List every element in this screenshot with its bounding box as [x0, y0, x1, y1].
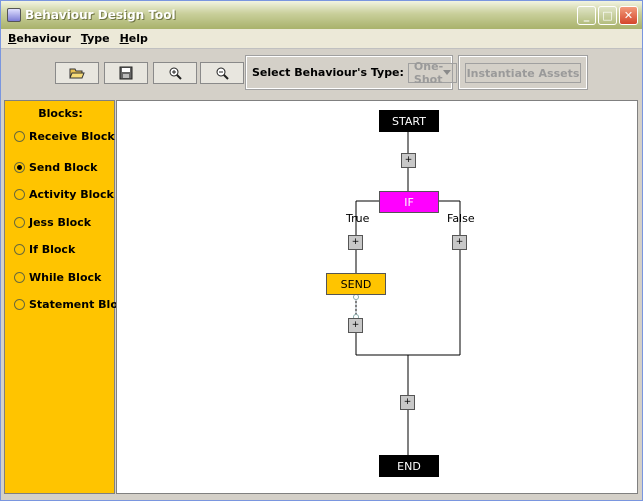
true-branch-label: True — [346, 212, 370, 225]
radio-button[interactable] — [14, 244, 25, 255]
app-icon — [7, 8, 21, 22]
false-branch-label: False — [447, 212, 475, 225]
minimize-button[interactable]: _ — [577, 6, 596, 25]
menu-bar: Behaviour Type Help — [1, 29, 642, 49]
design-canvas[interactable]: START + IF True False + + SEND + + END — [116, 100, 638, 494]
maximize-button[interactable]: □ — [598, 6, 617, 25]
block-option-receive[interactable]: Receive Block — [14, 130, 115, 143]
if-node[interactable]: IF — [379, 191, 439, 213]
block-option-statement[interactable]: Statement Blo... — [14, 298, 130, 311]
blocks-panel: Blocks: Receive Block Send Block Activit… — [4, 100, 130, 494]
radio-button[interactable] — [14, 189, 25, 200]
zoom-out-button[interactable] — [200, 62, 244, 84]
block-option-label: Send Block — [29, 161, 98, 174]
menu-help[interactable]: Help — [120, 32, 148, 45]
instantiate-assets-button[interactable]: Instantiate Assets — [465, 63, 581, 83]
window-title: Behaviour Design Tool — [25, 8, 176, 22]
start-node[interactable]: START — [379, 110, 439, 132]
save-disk-icon — [119, 66, 133, 80]
assets-group: Instantiate Assets — [458, 55, 588, 90]
menu-type[interactable]: Type — [81, 32, 110, 45]
block-option-label: Receive Block — [29, 130, 115, 143]
radio-button[interactable] — [14, 272, 25, 283]
behaviour-type-value: One-Shot — [413, 59, 444, 86]
send-node[interactable]: SEND — [326, 273, 386, 295]
zoom-in-button[interactable] — [153, 62, 197, 84]
save-button[interactable] — [104, 62, 148, 84]
end-node[interactable]: END — [379, 455, 439, 477]
open-folder-icon — [69, 68, 85, 79]
block-option-label: If Block — [29, 243, 76, 256]
add-block-after-send-button[interactable]: + — [348, 318, 363, 333]
block-option-label: While Block — [29, 271, 102, 284]
window-controls: _ □ ✕ — [577, 6, 638, 25]
block-option-send[interactable]: Send Block — [14, 161, 97, 174]
behaviour-type-select[interactable]: One-Shot — [407, 59, 458, 86]
blocks-title: Blocks: — [38, 107, 83, 120]
title-bar[interactable]: Behaviour Design Tool _ □ ✕ — [1, 1, 642, 29]
behaviour-type-label: Select Behaviour's Type: — [252, 66, 404, 79]
add-block-false-button[interactable]: + — [452, 235, 467, 250]
radio-button[interactable] — [14, 131, 25, 142]
flow-connectors — [353, 131, 461, 456]
add-block-before-end-button[interactable]: + — [400, 395, 415, 410]
open-button[interactable] — [55, 62, 99, 84]
radio-button[interactable] — [14, 299, 25, 310]
block-option-label: Activity Block — [29, 188, 114, 201]
app-window: Behaviour Design Tool _ □ ✕ Behaviour Ty… — [0, 0, 643, 501]
menu-behaviour[interactable]: Behaviour — [8, 32, 71, 45]
add-block-true-button[interactable]: + — [348, 235, 363, 250]
behaviour-type-group: Select Behaviour's Type: One-Shot — [245, 55, 458, 90]
block-option-if[interactable]: If Block — [14, 243, 75, 256]
block-option-label: Jess Block — [29, 216, 92, 229]
close-button[interactable]: ✕ — [619, 6, 638, 25]
zoom-in-icon — [169, 67, 182, 80]
block-option-activity[interactable]: Activity Block — [14, 188, 114, 201]
radio-button-selected[interactable] — [14, 162, 25, 173]
add-block-button[interactable]: + — [401, 153, 416, 168]
chevron-down-icon — [443, 70, 452, 75]
block-option-while[interactable]: While Block — [14, 271, 101, 284]
block-option-jess[interactable]: Jess Block — [14, 216, 91, 229]
toolbar: Select Behaviour's Type: One-Shot Instan… — [1, 50, 642, 98]
zoom-out-icon — [216, 67, 229, 80]
radio-button[interactable] — [14, 217, 25, 228]
